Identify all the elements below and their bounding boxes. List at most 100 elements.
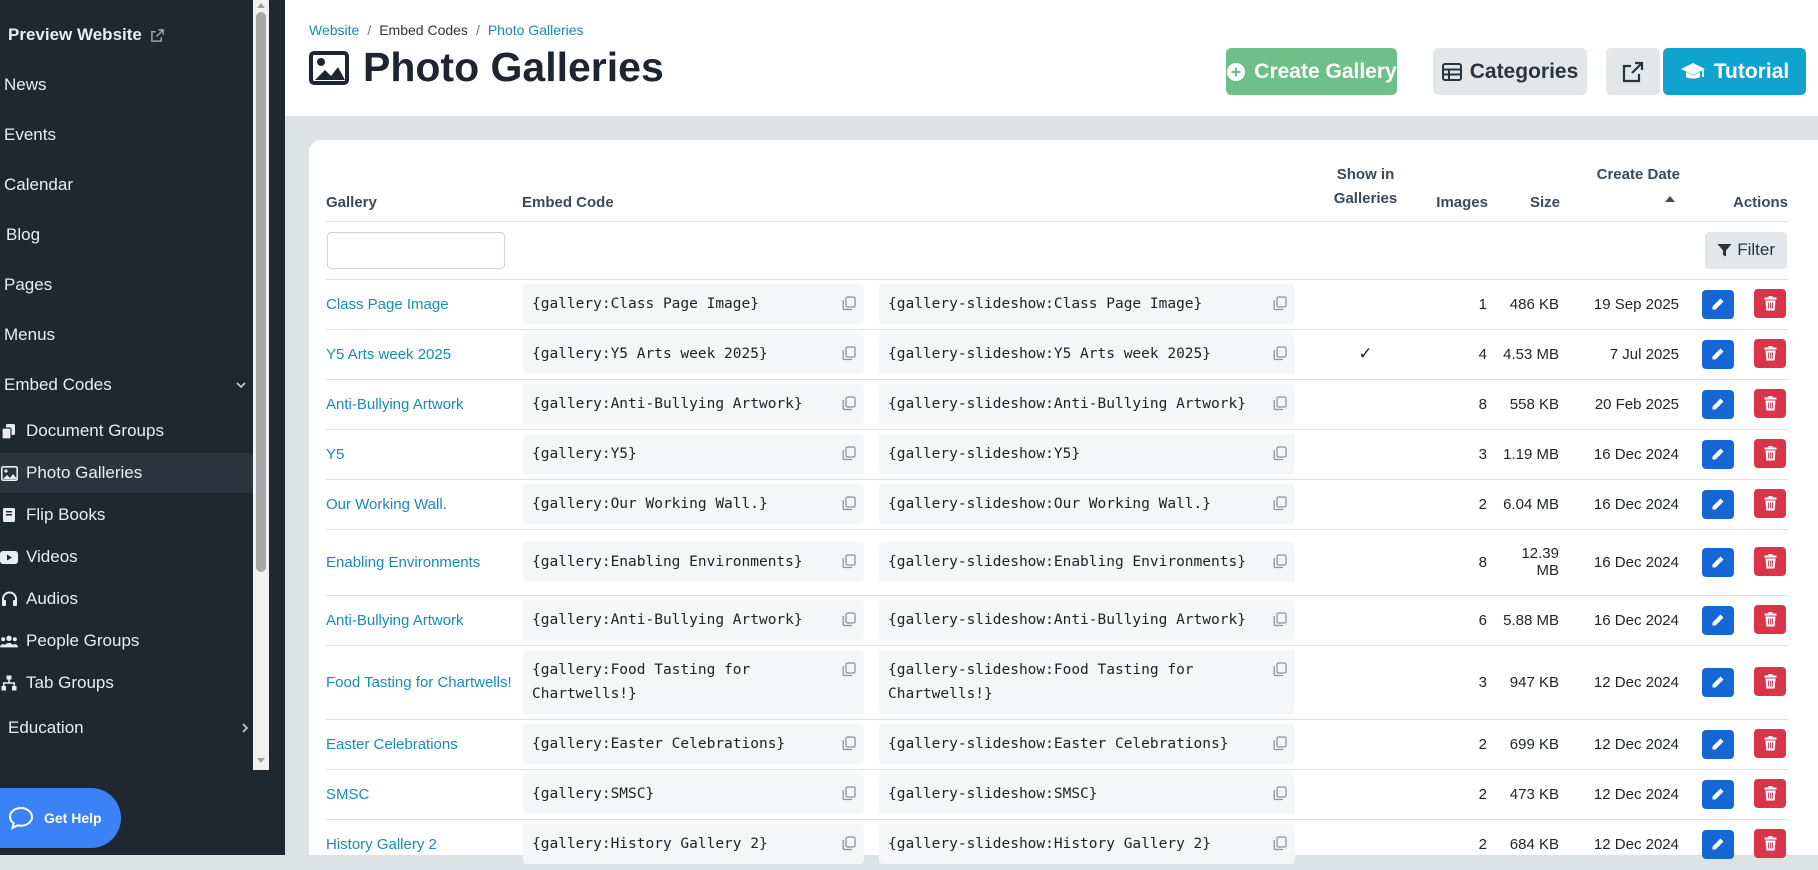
slideshow-code-box[interactable]: {gallery-slideshow:Y5 Arts week 2025}: [879, 334, 1295, 374]
embed-code-box[interactable]: {gallery:Class Page Image}: [523, 284, 864, 324]
slideshow-code-box[interactable]: {gallery-slideshow:Anti-Bullying Artwork…: [879, 600, 1295, 640]
embed-code-box[interactable]: {gallery:Anti-Bullying Artwork}: [523, 384, 864, 424]
sidebar-item-flip-books[interactable]: Flip Books: [0, 495, 253, 535]
slideshow-code-box[interactable]: {gallery-slideshow:Class Page Image}: [879, 284, 1295, 324]
copy-icon[interactable]: [1273, 346, 1287, 361]
embed-code-box[interactable]: {gallery:Anti-Bullying Artwork}: [523, 600, 864, 640]
gallery-name-link[interactable]: Enabling Environments: [326, 554, 480, 571]
embed-code-box[interactable]: {gallery:History Gallery 2}: [523, 824, 864, 864]
copy-icon[interactable]: [842, 496, 856, 511]
gallery-name-link[interactable]: SMSC: [326, 786, 369, 803]
sidebar-item-education[interactable]: Education: [0, 708, 261, 748]
copy-icon[interactable]: [1273, 396, 1287, 411]
slideshow-code-box[interactable]: {gallery-slideshow:Enabling Environments…: [879, 542, 1295, 582]
copy-icon[interactable]: [1273, 662, 1287, 677]
copy-icon[interactable]: [1273, 554, 1287, 569]
slideshow-code-box[interactable]: {gallery-slideshow:SMSC}: [879, 774, 1295, 814]
scrollbar-thumb[interactable]: [256, 12, 266, 572]
gallery-name-link[interactable]: Y5: [326, 446, 344, 463]
embed-code-box[interactable]: {gallery:Easter Celebrations}: [523, 724, 864, 764]
gallery-name-link[interactable]: Our Working Wall.: [326, 496, 447, 513]
sidebar-item-pages[interactable]: Pages: [0, 265, 257, 305]
delete-button[interactable]: [1754, 289, 1786, 319]
sidebar-item-embed-codes[interactable]: Embed Codes: [0, 365, 257, 405]
delete-button[interactable]: [1754, 605, 1786, 635]
sidebar-item-photo-galleries[interactable]: Photo Galleries: [0, 453, 253, 493]
gallery-name-link[interactable]: Anti-Bullying Artwork: [326, 612, 464, 629]
gallery-filter-input[interactable]: [327, 231, 505, 269]
copy-icon[interactable]: [842, 296, 856, 311]
embed-code-box[interactable]: {gallery:Y5 Arts week 2025}: [523, 334, 864, 374]
col-header-embed-code[interactable]: Embed Code: [522, 140, 1313, 221]
open-external-button[interactable]: [1606, 48, 1660, 95]
edit-button[interactable]: [1702, 779, 1734, 809]
scroll-down-icon[interactable]: [257, 758, 265, 763]
sidebar-item-menus[interactable]: Menus: [0, 315, 257, 355]
copy-icon[interactable]: [1273, 786, 1287, 801]
col-header-create-date[interactable]: Create Date: [1560, 140, 1680, 221]
copy-icon[interactable]: [1273, 836, 1287, 851]
delete-button[interactable]: [1754, 547, 1786, 577]
sidebar-item-document-groups[interactable]: Document Groups: [0, 411, 253, 451]
sidebar-item-videos[interactable]: Videos: [0, 537, 253, 577]
breadcrumb-current[interactable]: Photo Galleries: [488, 22, 584, 38]
embed-code-box[interactable]: {gallery:SMSC}: [523, 774, 864, 814]
delete-button[interactable]: [1754, 489, 1786, 519]
categories-button[interactable]: Categories: [1433, 48, 1587, 95]
slideshow-code-box[interactable]: {gallery-slideshow:Anti-Bullying Artwork…: [879, 384, 1295, 424]
delete-button[interactable]: [1754, 439, 1786, 469]
gallery-name-link[interactable]: Anti-Bullying Artwork: [326, 396, 464, 413]
get-help-button[interactable]: Get Help: [0, 788, 121, 848]
embed-code-box[interactable]: {gallery:Enabling Environments}: [523, 542, 864, 582]
edit-button[interactable]: [1702, 829, 1734, 859]
slideshow-code-box[interactable]: {gallery-slideshow:Y5}: [879, 434, 1295, 474]
breadcrumb-website[interactable]: Website: [309, 22, 359, 38]
col-header-gallery[interactable]: Gallery: [326, 140, 522, 221]
tutorial-button[interactable]: Tutorial: [1663, 48, 1806, 95]
sidebar-item-news[interactable]: News: [0, 65, 257, 105]
scroll-up-icon[interactable]: [257, 3, 265, 8]
delete-button[interactable]: [1754, 829, 1786, 859]
copy-icon[interactable]: [1273, 446, 1287, 461]
copy-icon[interactable]: [842, 396, 856, 411]
delete-button[interactable]: [1754, 667, 1786, 697]
filter-button[interactable]: Filter: [1705, 231, 1787, 269]
col-header-images[interactable]: Images: [1418, 140, 1488, 221]
copy-icon[interactable]: [842, 662, 856, 677]
sidebar-item-calendar[interactable]: Calendar: [0, 165, 257, 205]
sidebar-scrollbar[interactable]: [253, 0, 269, 770]
copy-icon[interactable]: [842, 446, 856, 461]
sidebar-item-people-groups[interactable]: People Groups: [0, 621, 253, 661]
gallery-name-link[interactable]: Easter Celebrations: [326, 736, 458, 753]
copy-icon[interactable]: [842, 554, 856, 569]
copy-icon[interactable]: [1273, 296, 1287, 311]
embed-code-box[interactable]: {gallery:Our Working Wall.}: [523, 484, 864, 524]
copy-icon[interactable]: [842, 346, 856, 361]
delete-button[interactable]: [1754, 779, 1786, 809]
gallery-name-link[interactable]: Food Tasting for Chartwells!: [326, 674, 512, 691]
copy-icon[interactable]: [842, 612, 856, 627]
slideshow-code-box[interactable]: {gallery-slideshow:History Gallery 2}: [879, 824, 1295, 864]
embed-code-box[interactable]: {gallery:Y5}: [523, 434, 864, 474]
edit-button[interactable]: [1702, 667, 1734, 697]
sidebar-item-blog[interactable]: Blog: [0, 215, 259, 255]
copy-icon[interactable]: [1273, 612, 1287, 627]
edit-button[interactable]: [1702, 339, 1734, 369]
gallery-name-link[interactable]: Y5 Arts week 2025: [326, 346, 451, 363]
sidebar-item-tab-groups[interactable]: Tab Groups: [0, 663, 253, 703]
delete-button[interactable]: [1754, 729, 1786, 759]
edit-button[interactable]: [1702, 547, 1734, 577]
copy-icon[interactable]: [1273, 496, 1287, 511]
copy-icon[interactable]: [842, 786, 856, 801]
edit-button[interactable]: [1702, 605, 1734, 635]
sidebar-item-audios[interactable]: Audios: [0, 579, 253, 619]
copy-icon[interactable]: [842, 736, 856, 751]
embed-code-box[interactable]: {gallery:Food Tasting for Chartwells!}: [523, 650, 864, 714]
edit-button[interactable]: [1702, 389, 1734, 419]
preview-website-link[interactable]: Preview Website: [0, 15, 261, 55]
delete-button[interactable]: [1754, 389, 1786, 419]
edit-button[interactable]: [1702, 289, 1734, 319]
copy-icon[interactable]: [842, 836, 856, 851]
edit-button[interactable]: [1702, 489, 1734, 519]
sidebar-item-events[interactable]: Events: [0, 115, 257, 155]
